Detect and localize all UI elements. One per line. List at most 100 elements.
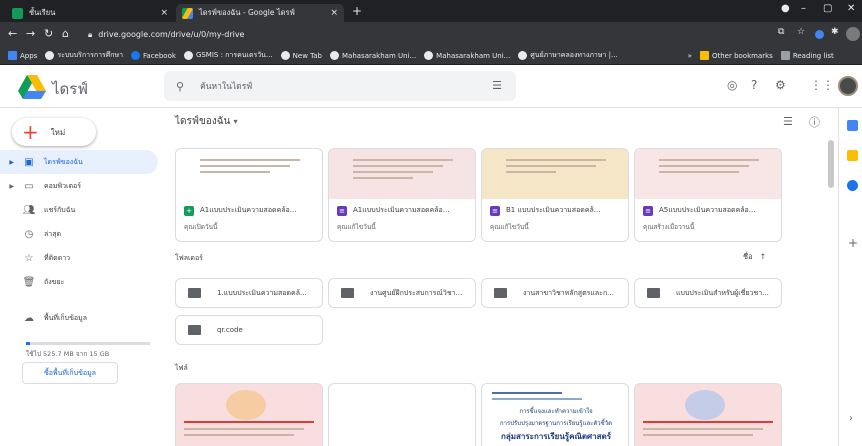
bookmarks-overflow-button[interactable]: » <box>688 52 692 60</box>
new-button[interactable]: + ใหม่ <box>12 118 96 146</box>
back-arrow-icon[interactable]: ← <box>8 27 17 40</box>
url-text: drive.google.com/drive/u/0/my-drive <box>98 30 245 39</box>
calendar-icon[interactable] <box>847 120 858 131</box>
bookmarks-bar: Apps ระบบบริการการศึกษา Facebook GSMIS :… <box>0 47 862 65</box>
file-name: A1แบบประเมินความสอดคล้อ... <box>353 206 450 214</box>
file-card[interactable] <box>634 383 782 446</box>
tasks-icon[interactable] <box>847 180 858 191</box>
expand-caret-icon[interactable]: ▶ <box>0 183 14 190</box>
drive-logo-icon[interactable] <box>18 75 46 99</box>
search-input[interactable]: ⚲ ค้นหาในไดรฟ์ ☰ <box>164 71 516 101</box>
settings-gear-icon[interactable]: ⚙ <box>775 78 786 92</box>
globe-icon <box>45 51 55 60</box>
profile-avatar-icon[interactable] <box>846 27 860 41</box>
browser-tab-drive[interactable]: ไดรฟ์ของฉัน - Google ไดรฟ์ × <box>176 4 344 22</box>
buy-storage-button[interactable]: ซื้อพื้นที่เก็บข้อมูล <box>22 362 118 384</box>
profile-dot-icon[interactable]: ● <box>781 3 790 14</box>
share-icon[interactable]: ⧉ <box>778 27 784 37</box>
clock-icon: ◷ <box>24 228 34 240</box>
home-icon[interactable]: ⌂ <box>62 27 69 40</box>
side-panel: + › <box>838 108 862 446</box>
extension-icon[interactable] <box>815 30 824 39</box>
computer-icon: ▭ <box>24 180 34 192</box>
main-content: ไดรฟ์ของฉัน ▾ ☰ ⓘ + A1แบบประเมินความสอดคล… <box>165 108 832 446</box>
expand-caret-icon[interactable]: ▶ <box>0 159 14 166</box>
bookmark-item[interactable]: Facebook <box>131 51 176 60</box>
sidebar-item-computers[interactable]: ▶ ▭ คอมพิวเตอร์ <box>0 174 158 198</box>
reading-list[interactable]: Reading list <box>780 51 834 60</box>
search-options-icon[interactable]: ☰ <box>492 79 502 92</box>
bookmark-item[interactable]: ศูนย์ภาษาคลองทางภาษา |... <box>518 50 618 61</box>
app-name: ไดรฟ์ <box>52 80 88 98</box>
file-activity: คุณเปิดวันนี้ <box>184 223 218 231</box>
my-drive-dropdown[interactable]: ไดรฟ์ของฉัน ▾ <box>175 114 238 129</box>
list-view-icon[interactable]: ☰ <box>783 115 793 128</box>
other-bookmarks[interactable]: Other bookmarks <box>699 51 773 60</box>
folder-icon <box>699 51 709 60</box>
close-window-button[interactable]: ✕ <box>847 3 855 14</box>
file-thumbnail <box>482 149 628 199</box>
info-icon[interactable]: ⓘ <box>809 114 820 130</box>
drive-header: ไดรฟ์ ⚲ ค้นหาในไดรฟ์ ☰ ◎ ? ⚙ ⋮⋮⋮ <box>0 65 862 108</box>
help-icon[interactable]: ? <box>751 78 757 92</box>
sidebar-item-trash[interactable]: 🗑︎ ถังขยะ <box>0 270 158 294</box>
sidebar-item-recent[interactable]: ◷ ล่าสุด <box>0 222 158 246</box>
tab-close-icon[interactable]: × <box>160 8 168 18</box>
forward-arrow-icon[interactable]: → <box>26 27 35 40</box>
sort-arrow-icon[interactable]: ↑ <box>760 252 766 261</box>
preview-line: การปรับปรุงมาตรฐานการเรียนรู้และตัวชี้วั… <box>500 420 612 427</box>
extensions-puzzle-icon[interactable]: ✱ <box>831 27 839 37</box>
bookmark-apps[interactable]: Apps <box>8 51 37 60</box>
file-name: A1แบบประเมินความสอดคล้อ... <box>200 206 297 214</box>
sidebar-item-my-drive[interactable]: ▶ ▣ ไดรฟ์ของฉัน <box>0 150 158 174</box>
file-card[interactable] <box>175 383 323 446</box>
reload-icon[interactable]: ↻ <box>44 27 53 40</box>
search-placeholder: ค้นหาในไดรฟ์ <box>200 82 253 92</box>
folder-item[interactable]: qr.code <box>175 315 323 345</box>
tab-close-icon[interactable]: × <box>330 8 338 18</box>
new-button-label: ใหม่ <box>50 127 66 137</box>
file-card[interactable] <box>328 383 476 446</box>
minimize-button[interactable]: – <box>801 3 806 14</box>
folder-icon <box>647 288 660 298</box>
offline-status-icon[interactable]: ◎ <box>727 78 737 92</box>
storage-usage-text: ใช้ไป 525.7 MB จาก 15 GB <box>26 350 110 358</box>
suggested-file-card[interactable]: ≡ A1แบบประเมินความสอดคล้อ... คุณแก้ไขวันนี… <box>328 148 476 242</box>
suggested-file-card[interactable]: ≡ B1 แบบประเมินความสอดคล้... คุณแก้ไขวันนี… <box>481 148 629 242</box>
bookmark-item[interactable]: New Tab <box>280 51 322 60</box>
bookmark-item[interactable]: Mahasarakham Uni... <box>424 51 510 60</box>
address-bar[interactable]: 🔒︎ drive.google.com/drive/u/0/my-drive <box>84 25 804 44</box>
maximize-button[interactable]: ▢ <box>823 3 832 14</box>
bookmark-item[interactable]: ระบบบริการการศึกษา <box>45 50 123 61</box>
chevron-right-icon[interactable]: › <box>849 413 853 424</box>
folder-item[interactable]: 1.แบบประเมินความสอดคล้... <box>175 278 323 308</box>
files-heading: ไฟล์ <box>175 364 188 372</box>
divider-line <box>184 421 314 423</box>
lock-icon: 🔒︎ <box>88 29 93 39</box>
folder-icon <box>341 288 354 298</box>
sidebar-item-starred[interactable]: ☆ ที่ติดดาว <box>0 246 158 270</box>
file-card[interactable]: การชี้แจงและทำความเข้าใจ การปรับปรุงมาตร… <box>481 383 629 446</box>
new-tab-button[interactable]: + <box>352 4 362 18</box>
suggested-file-card[interactable]: ≡ A5แบบประเมินความสอดคล้อ... คุณสร้างเมื่อ… <box>634 148 782 242</box>
storage-bar-fill <box>26 342 31 345</box>
folder-item[interactable]: งานศูนย์ฝึกประสบการณ์วิชา... <box>328 278 476 308</box>
sort-by-name-button[interactable]: ชื่อ ↑ <box>743 251 766 263</box>
scrollbar-thumb[interactable] <box>828 140 834 188</box>
diagram-thumbnail <box>685 390 725 420</box>
add-addon-icon[interactable]: + <box>848 236 858 250</box>
suggested-file-card[interactable]: + A1แบบประเมินความสอดคล้อ... คุณเปิดวันนี้ <box>175 148 323 242</box>
browser-tab-classroom[interactable]: ชั้นเรียน × <box>6 4 174 22</box>
account-avatar[interactable] <box>838 76 858 96</box>
keep-icon[interactable] <box>847 150 858 161</box>
sidebar-item-storage[interactable]: ☁ พื้นที่เก็บข้อมูล <box>0 306 158 330</box>
sidebar-item-shared[interactable]: 👥︎ แชร์กับฉัน <box>0 198 158 222</box>
folder-item[interactable]: งานสาขาวิชาหลักสูตรและก... <box>481 278 629 308</box>
bookmark-item[interactable]: GSMIS : การคนเดรวัน... <box>183 50 273 61</box>
folder-name: งานศูนย์ฝึกประสบการณ์วิชา... <box>370 288 463 297</box>
bookmark-star-icon[interactable]: ☆ <box>797 27 805 37</box>
bookmark-item[interactable]: Mahasarakham Uni... <box>330 51 416 60</box>
folder-item[interactable]: แบบประเมินสำหรับผู้เชี่ยวชา... <box>634 278 782 308</box>
folder-name: 1.แบบประเมินความสอดคล้... <box>217 288 307 297</box>
search-icon[interactable]: ⚲ <box>176 80 184 93</box>
